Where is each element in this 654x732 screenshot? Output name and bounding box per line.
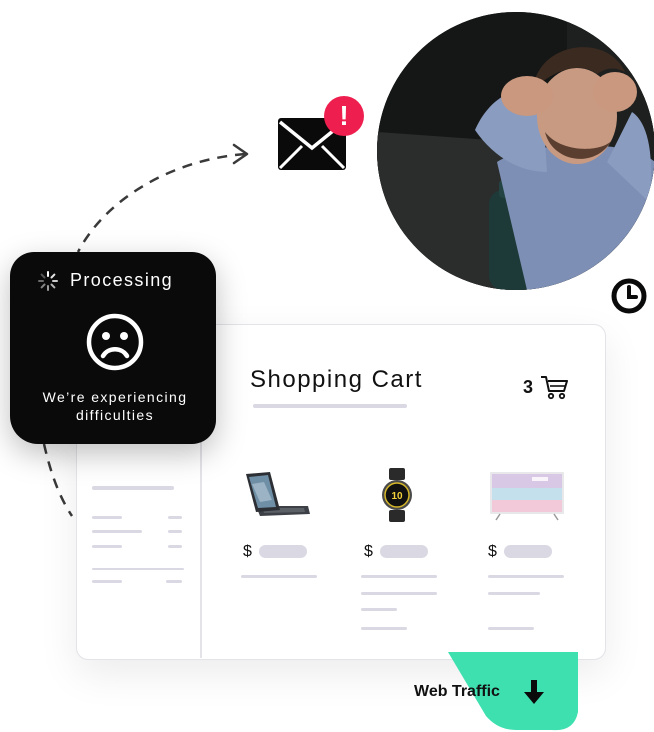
page-title: Shopping Cart bbox=[250, 366, 423, 393]
sidebar-line bbox=[92, 545, 122, 548]
stressed-person-photo bbox=[377, 12, 654, 290]
sidebar-line bbox=[166, 580, 182, 583]
product-line bbox=[361, 575, 437, 578]
price-currency: $ bbox=[364, 543, 373, 560]
product-line bbox=[488, 627, 534, 630]
exclamation-icon: ! bbox=[324, 96, 364, 136]
cart-count: 3 bbox=[523, 377, 534, 397]
sidebar-line bbox=[168, 516, 182, 519]
product-line bbox=[488, 592, 540, 595]
processing-title: Processing bbox=[70, 270, 174, 290]
price-placeholder bbox=[504, 545, 552, 558]
price-currency: $ bbox=[243, 543, 252, 560]
web-traffic-label: Web Traffic bbox=[414, 683, 500, 700]
sidebar-line bbox=[92, 580, 122, 583]
price-placeholder bbox=[380, 545, 428, 558]
product-line bbox=[488, 575, 564, 578]
watch-face-text: 10 bbox=[391, 491, 403, 502]
price-placeholder bbox=[259, 545, 307, 558]
error-message: We’re experiencing difficulties bbox=[42, 389, 188, 423]
arrow-down-icon bbox=[524, 680, 544, 704]
sad-face-icon bbox=[86, 313, 144, 371]
product-line bbox=[361, 592, 437, 595]
cart-icon[interactable] bbox=[540, 374, 568, 400]
product-image-tablet[interactable] bbox=[242, 470, 312, 520]
price-currency: $ bbox=[488, 543, 497, 560]
sidebar-line bbox=[168, 545, 182, 548]
sidebar-divider-line bbox=[92, 568, 184, 570]
clock-icon bbox=[611, 278, 647, 314]
sidebar-line bbox=[92, 530, 142, 533]
sidebar-line bbox=[92, 516, 122, 519]
product-image-television[interactable] bbox=[488, 470, 568, 522]
product-line bbox=[241, 575, 317, 578]
sidebar-line bbox=[92, 486, 174, 490]
sidebar-line bbox=[168, 530, 182, 533]
title-underline bbox=[253, 404, 407, 408]
product-line bbox=[361, 627, 407, 630]
product-image-smartwatch[interactable]: 10 bbox=[380, 468, 414, 522]
product-line bbox=[361, 608, 397, 611]
spinner-icon bbox=[38, 271, 58, 291]
